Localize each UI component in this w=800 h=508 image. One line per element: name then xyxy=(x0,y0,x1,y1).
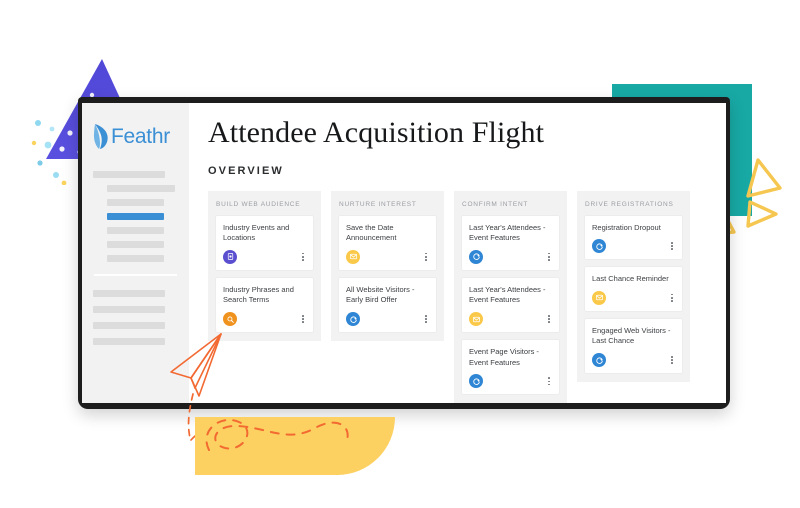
section-label-overview: OVERVIEW xyxy=(208,164,284,177)
retarget-icon xyxy=(472,378,480,385)
flight-card-title: Last Year's Attendees - Event Features xyxy=(469,284,546,305)
flight-board: BUILD WEB AUDIENCE Industry Events and Lo… xyxy=(208,190,726,403)
sidebar-item-6[interactable] xyxy=(107,241,164,248)
sidebar-item-2[interactable] xyxy=(107,185,175,192)
geo-target-icon xyxy=(227,253,233,261)
page-title: Attendee Acquisition Flight xyxy=(208,116,545,149)
flight-card-type-badge xyxy=(592,290,606,305)
flight-card-type-badge xyxy=(592,353,606,368)
flight-card[interactable]: Last Year's Attendees - Event Features xyxy=(462,277,559,333)
flight-card[interactable]: Last Chance Reminder xyxy=(585,267,682,311)
app-logo[interactable]: Feathr xyxy=(82,103,189,153)
flight-card-title: Event Page Visitors - Event Features xyxy=(469,347,539,367)
sidebar-item-1[interactable] xyxy=(93,171,165,178)
card-menu-icon[interactable] xyxy=(423,252,429,262)
flight-card-type-badge xyxy=(592,239,606,254)
flight-card-footer xyxy=(469,374,552,389)
flight-card-type-badge xyxy=(223,249,237,264)
email-icon xyxy=(472,316,480,322)
flight-card[interactable]: Engaged Web Visitors - Last Chance xyxy=(585,318,682,374)
sidebar-item-11[interactable] xyxy=(93,338,165,345)
card-menu-icon[interactable] xyxy=(300,314,306,324)
flight-card-footer xyxy=(469,312,552,327)
retarget-icon xyxy=(472,253,480,261)
retarget-icon xyxy=(595,243,603,250)
plane-trail-decoration xyxy=(205,419,349,451)
flight-card[interactable]: Industry Events and Locations xyxy=(216,215,313,270)
app-logo-text: Feathr xyxy=(111,124,170,148)
board-column: CONFIRM INTENT Last Year's Attendees - Ev… xyxy=(454,190,567,403)
card-menu-icon[interactable] xyxy=(546,376,552,386)
flight-card-type-badge xyxy=(469,312,483,327)
flight-card-title: Last Year's Attendees - Event Features xyxy=(469,222,546,243)
flight-card[interactable]: Save the Date Announcement xyxy=(339,215,436,270)
board-column-label: CONFIRM INTENT xyxy=(462,200,529,208)
sidebar-item-4-active[interactable] xyxy=(107,213,164,220)
feathr-feather-icon xyxy=(93,123,108,149)
board-column: NURTURE INTEREST Save the Date Announceme… xyxy=(331,190,444,342)
card-menu-icon[interactable] xyxy=(546,314,552,324)
flight-card[interactable]: Event Page Visitors - Event Features xyxy=(462,340,559,395)
sidebar-item-7[interactable] xyxy=(107,255,164,262)
sidebar-divider xyxy=(94,274,177,276)
flight-card-footer xyxy=(346,312,429,327)
flight-card-footer xyxy=(592,290,675,305)
flight-card-type-badge xyxy=(346,249,360,264)
email-icon xyxy=(349,254,357,260)
card-menu-icon[interactable] xyxy=(546,252,552,262)
flight-card-title: Industry Phrases and Search Terms xyxy=(223,284,294,305)
card-menu-icon[interactable] xyxy=(423,314,429,324)
sidebar-item-3[interactable] xyxy=(107,199,164,206)
flight-card[interactable]: All Website Visitors - Early Bird Offer xyxy=(339,277,436,333)
card-menu-icon[interactable] xyxy=(669,293,675,303)
flight-card-footer xyxy=(469,249,552,264)
sidebar-item-10[interactable] xyxy=(93,322,165,329)
flight-card-title: Save the Date Announcement xyxy=(346,222,397,243)
flight-card-footer xyxy=(592,239,675,254)
retarget-icon xyxy=(595,357,603,364)
flight-card-title: Last Chance Reminder xyxy=(592,274,669,284)
main-content: Attendee Acquisition Flight OVERVIEW BUI… xyxy=(189,103,726,403)
board-column-label: DRIVE REGISTRATIONS xyxy=(585,200,674,208)
flight-card-title: All Website Visitors - Early Bird Offer xyxy=(346,284,415,305)
flight-card[interactable]: Registration Dropout xyxy=(585,215,682,260)
flight-card-type-badge xyxy=(223,312,237,327)
retarget-icon xyxy=(349,316,357,323)
sidebar-nav-primary xyxy=(82,171,189,262)
screenshot-stage: Feathr Attendee Acquisition Flight OVERV… xyxy=(0,0,800,508)
sidebar-item-9[interactable] xyxy=(93,306,165,313)
card-menu-icon[interactable] xyxy=(300,252,306,262)
sidebar-item-5[interactable] xyxy=(107,227,164,234)
card-menu-icon[interactable] xyxy=(669,241,675,251)
board-column-label: BUILD WEB AUDIENCE xyxy=(216,200,301,208)
board-column: DRIVE REGISTRATIONS Registration Dropout L… xyxy=(577,190,690,383)
flight-card[interactable]: Last Year's Attendees - Event Features xyxy=(462,215,559,270)
flight-card-type-badge xyxy=(469,249,483,264)
flight-card-type-badge xyxy=(469,374,483,389)
flight-card-footer xyxy=(223,249,306,264)
board-column: BUILD WEB AUDIENCE Industry Events and Lo… xyxy=(208,190,321,342)
flight-card-title: Engaged Web Visitors - Last Chance xyxy=(592,325,671,346)
sidebar-item-8[interactable] xyxy=(93,290,165,297)
flight-card-title: Industry Events and Locations xyxy=(223,222,290,243)
flight-card-footer xyxy=(592,353,675,368)
flight-card-title: Registration Dropout xyxy=(592,222,661,232)
flight-card-type-badge xyxy=(346,312,360,327)
search-icon xyxy=(226,316,234,323)
email-icon xyxy=(595,295,603,301)
flight-card-footer xyxy=(346,249,429,264)
flight-card[interactable]: Industry Phrases and Search Terms xyxy=(216,277,313,333)
card-menu-icon[interactable] xyxy=(669,355,675,365)
flight-card-footer xyxy=(223,312,306,327)
board-column-label: NURTURE INTEREST xyxy=(339,200,417,208)
